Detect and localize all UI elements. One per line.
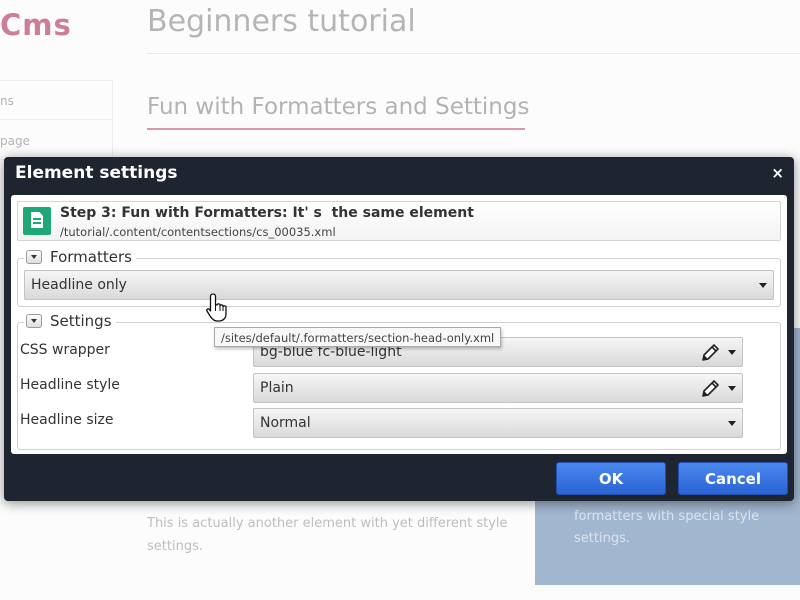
cancel-button[interactable]: Cancel [678, 462, 788, 495]
element-title: Step 3: Fun with Formatters: It' s the s… [60, 205, 474, 221]
dialog-body: Step 3: Fun with Formatters: It' s the s… [11, 195, 787, 454]
headline-size-value: Normal [260, 415, 311, 431]
ok-button[interactable]: OK [556, 462, 666, 495]
document-icon [23, 207, 51, 235]
chevron-down-icon [728, 350, 736, 355]
headline-style-value: Plain [260, 380, 294, 396]
formatter-path-tooltip: /sites/default/.formatters/section-head-… [214, 327, 502, 347]
formatters-label: Formatters [50, 248, 132, 266]
formatters-legend: Formatters [24, 248, 136, 266]
css-wrapper-label: CSS wrapper [20, 342, 110, 358]
pencil-icon[interactable] [700, 379, 720, 399]
settings-label: Settings [50, 312, 112, 330]
chevron-down-icon [728, 421, 736, 426]
hand-pointer-icon [206, 293, 227, 322]
headline-size-select[interactable]: Normal [253, 408, 743, 438]
chevron-down-icon [728, 386, 736, 391]
formatter-select[interactable]: Headline only [24, 270, 774, 300]
element-path: /tutorial/.content/contentsections/cs_00… [60, 225, 336, 239]
pencil-icon[interactable] [700, 343, 720, 363]
headline-style-select[interactable]: Plain [253, 373, 743, 403]
settings-legend: Settings [24, 312, 116, 330]
close-icon[interactable]: × [771, 164, 784, 182]
headline-size-label: Headline size [20, 412, 114, 428]
chevron-down-icon [759, 283, 767, 288]
headline-style-label: Headline style [20, 377, 120, 393]
formatters-toggle-icon[interactable] [26, 250, 42, 264]
formatter-select-value: Headline only [31, 277, 127, 293]
dialog-title: Element settings [15, 163, 178, 183]
settings-toggle-icon[interactable] [26, 314, 42, 328]
formatters-group: Formatters Headline only [17, 248, 781, 307]
element-info: Step 3: Fun with Formatters: It' s the s… [17, 201, 781, 241]
